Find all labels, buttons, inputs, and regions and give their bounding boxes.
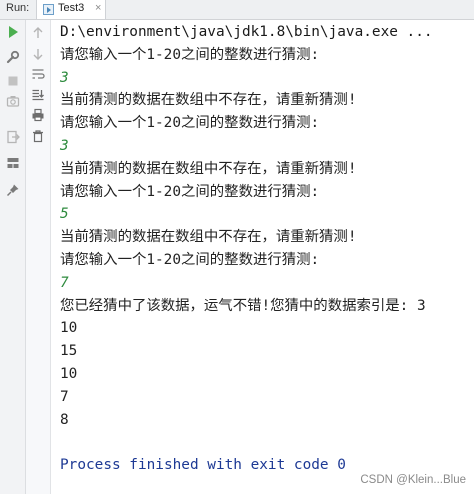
arrow-down-icon[interactable] <box>31 47 45 61</box>
console-input-line: 3 <box>60 69 69 86</box>
console-input-line: 5 <box>60 206 69 223</box>
left-run-toolbar <box>0 20 26 494</box>
console-output-line: 请您输入一个1-20之间的整数进行猜测: <box>60 183 320 200</box>
stop-icon[interactable] <box>6 74 20 88</box>
console-input-line: 7 <box>60 274 69 291</box>
exit-icon[interactable] <box>6 130 20 144</box>
console-output-line: 请您输入一个1-20之间的整数进行猜测: <box>60 251 320 268</box>
console-output-line: 请您输入一个1-20之间的整数进行猜测: <box>60 115 320 132</box>
pin-icon[interactable] <box>6 183 20 197</box>
arrow-up-icon[interactable] <box>31 26 45 40</box>
console-output[interactable]: D:\environment\java\jdk1.8\bin\java.exe … <box>60 21 470 477</box>
layout-icon[interactable] <box>6 156 20 170</box>
console-output-line: 当前猜测的数据在数组中不存在，请重新猜测! <box>60 92 357 109</box>
console-output-line: D:\environment\java\jdk1.8\bin\java.exe … <box>60 24 433 40</box>
console-output-line: 请您输入一个1-20之间的整数进行猜测: <box>60 46 320 63</box>
console-output-line: 15 <box>60 343 78 360</box>
run-config-icon <box>43 4 54 15</box>
console-output-line: 10 <box>60 365 78 382</box>
wrench-icon[interactable] <box>6 50 20 64</box>
rerun-icon[interactable] <box>6 25 20 39</box>
close-icon[interactable]: × <box>95 2 101 14</box>
tab-label: Test3 <box>58 2 85 14</box>
console-output-line: 7 <box>60 388 69 405</box>
print-icon[interactable] <box>31 108 45 122</box>
console-toolbar <box>26 20 51 494</box>
soft-wrap-icon[interactable] <box>31 67 45 81</box>
tab-test3[interactable]: Test3 × <box>36 0 106 19</box>
console-output-line: 您已经猜中了该数据，运气不错!您猜中的数据索引是: 3 <box>60 297 426 314</box>
run-label: Run: <box>6 2 30 14</box>
scroll-to-end-icon[interactable] <box>31 88 45 102</box>
console-output-line: 当前猜测的数据在数组中不存在，请重新猜测! <box>60 229 357 246</box>
console-output-line: 8 <box>60 411 69 428</box>
console-input-line: 3 <box>60 137 69 154</box>
trash-icon[interactable] <box>31 129 45 143</box>
run-toolbar-header: Run: Test3 × <box>0 0 474 20</box>
watermark: CSDN @Klein...Blue <box>360 474 466 486</box>
console-output-line: 10 <box>60 320 78 337</box>
camera-icon[interactable] <box>6 94 20 108</box>
console-output-line: 当前猜测的数据在数组中不存在，请重新猜测! <box>60 160 357 177</box>
